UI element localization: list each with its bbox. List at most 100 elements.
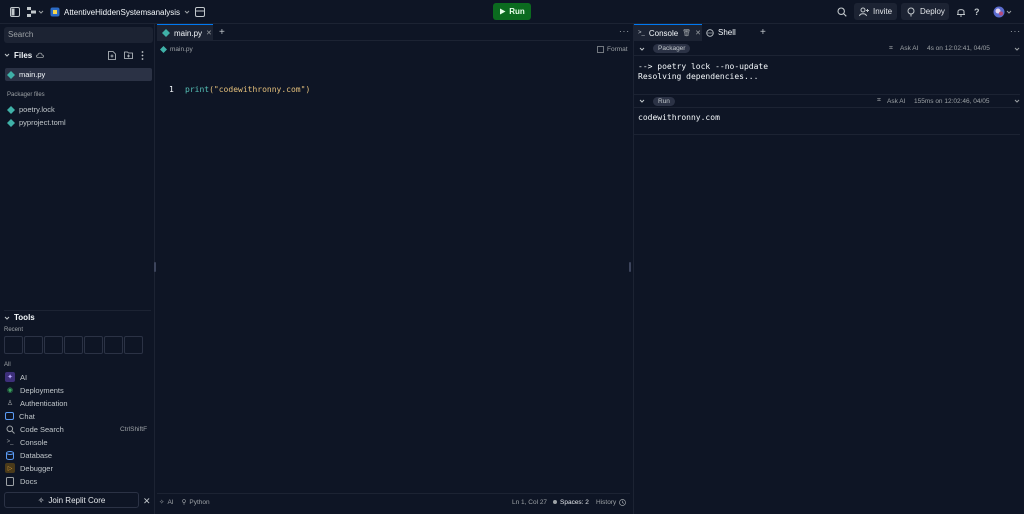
search-icon[interactable]	[837, 4, 847, 20]
tools-header[interactable]: Tools	[4, 310, 151, 322]
breadcrumb-file[interactable]: main.py	[170, 46, 193, 53]
ai-label: AI	[167, 498, 174, 506]
layout-icon[interactable]	[195, 4, 205, 20]
run-header[interactable]: Run ⌗ Ask AI 155ms on 12:02:46, 04/05	[634, 94, 1020, 108]
docs-icon	[5, 476, 15, 486]
more-options-icon[interactable]	[141, 50, 144, 60]
format-label: Format	[607, 45, 628, 53]
tab-main-py[interactable]: main.py ✕	[157, 24, 213, 41]
history-button[interactable]: History	[596, 498, 627, 506]
run-button[interactable]: Run	[493, 3, 531, 20]
files-header[interactable]: Files	[4, 49, 151, 61]
code-line[interactable]: print("codewithronny.com")	[185, 85, 310, 94]
tool-item-chat[interactable]: Chat	[5, 410, 153, 422]
tool-item-docs[interactable]: Docs	[5, 475, 153, 487]
tool-label: Console	[20, 437, 48, 447]
chevron-down-icon[interactable]	[639, 46, 645, 52]
file-item-pyproject-toml[interactable]: pyproject.toml	[5, 116, 152, 129]
sparkle-icon: ✧	[37, 495, 45, 505]
code-search-icon	[5, 424, 15, 434]
line-number: 1	[169, 85, 174, 94]
history-icon	[619, 498, 627, 506]
file-item-main-py[interactable]: main.py	[5, 68, 152, 81]
tool-item-authentication[interactable]: ♙ Authentication	[5, 397, 153, 409]
code-string: "codewithronny.com"	[213, 85, 306, 94]
tool-item-deployments[interactable]: ◉ Deployments	[5, 384, 153, 396]
close-icon[interactable]: ✕	[695, 29, 701, 37]
help-icon[interactable]: ?	[974, 4, 980, 20]
chevron-down-icon[interactable]	[38, 4, 44, 20]
tool-item-console[interactable]: >_ Console	[5, 436, 153, 448]
recent-slot[interactable]	[4, 336, 23, 354]
more-options-icon[interactable]: ···	[1010, 27, 1021, 36]
replit-logo-icon[interactable]	[27, 4, 36, 20]
python-language-indicator[interactable]: ⚲ Python	[182, 498, 210, 507]
tab-console[interactable]: >_ Console 🗑 ✕	[634, 24, 702, 41]
recent-slot[interactable]	[44, 336, 63, 354]
editor-pane: main.py ✕ + ··· main.py Format 1 print("…	[157, 24, 630, 514]
debugger-icon: ▷	[5, 463, 15, 473]
ask-ai-button[interactable]: Ask AI	[900, 45, 918, 52]
ask-ai-icon: ⌗	[877, 97, 881, 104]
chevron-down-icon[interactable]	[639, 98, 645, 104]
tool-label: AI	[20, 372, 28, 382]
project-selector[interactable]: AttentiveHiddenSystemsanalysis	[50, 4, 190, 20]
chevron-down-icon[interactable]	[1014, 98, 1020, 104]
sidebar: Search Files main.py Packager files poet…	[0, 24, 155, 514]
deploy-button[interactable]: Deploy	[901, 3, 949, 20]
deploy-icon	[906, 7, 916, 17]
packager-files-label: Packager files	[7, 92, 45, 98]
recent-slot[interactable]	[124, 336, 143, 354]
tab-shell[interactable]: Shell	[702, 24, 740, 41]
chevron-down-icon[interactable]	[1006, 4, 1012, 20]
ask-ai-icon: ⌗	[889, 44, 893, 52]
search-input[interactable]: Search	[4, 27, 153, 43]
recent-slot[interactable]	[64, 336, 83, 354]
tool-label: Code Search	[20, 424, 64, 434]
ai-icon: ✦	[5, 372, 15, 382]
packager-run-header[interactable]: Packager ⌗ Ask AI 4s on 12:02:41, 04/05	[634, 42, 1020, 56]
deploy-label: Deploy	[920, 7, 945, 16]
invite-button[interactable]: Invite	[854, 3, 897, 20]
ai-icon[interactable]: ✧ AI	[159, 498, 174, 507]
shell-icon	[706, 28, 714, 37]
tool-item-ai[interactable]: ✦ AI	[5, 371, 153, 383]
spaces-setting[interactable]: Spaces: 2	[553, 499, 589, 506]
tool-item-debugger[interactable]: ▷ Debugger	[5, 462, 153, 474]
new-file-icon[interactable]	[108, 50, 116, 60]
trash-icon[interactable]: 🗑	[682, 29, 691, 37]
history-label: History	[596, 498, 617, 506]
files-title: Files	[14, 50, 33, 60]
chevron-down-icon[interactable]	[1014, 46, 1020, 52]
python-icon	[50, 7, 60, 17]
file-item-poetry-lock[interactable]: poetry.lock	[5, 103, 152, 116]
cursor-position[interactable]: Ln 1, Col 27	[512, 499, 547, 506]
tools-title: Tools	[14, 313, 35, 322]
new-folder-icon[interactable]	[124, 51, 133, 59]
recent-slot[interactable]	[104, 336, 123, 354]
ask-ai-button[interactable]: Ask AI	[887, 98, 905, 105]
avatar[interactable]	[993, 4, 1005, 20]
add-tab-icon[interactable]: +	[219, 27, 225, 38]
tool-label: Deployments	[20, 385, 64, 395]
add-tab-icon[interactable]: +	[760, 27, 766, 38]
breadcrumb: main.py	[160, 44, 193, 54]
more-options-icon[interactable]: ···	[619, 27, 630, 36]
bell-icon[interactable]	[956, 4, 966, 20]
resize-handle[interactable]	[154, 262, 156, 272]
close-icon[interactable]: ✕	[143, 496, 151, 507]
spaces-dot	[553, 500, 557, 504]
close-icon[interactable]: ✕	[206, 29, 212, 37]
output-line: codewithronny.com	[638, 113, 720, 122]
tool-item-code-search[interactable]: Code Search CtrlShiftF	[5, 423, 153, 435]
recent-slot[interactable]	[84, 336, 103, 354]
recent-slot[interactable]	[24, 336, 43, 354]
database-icon	[5, 450, 15, 460]
tool-item-database[interactable]: Database	[5, 449, 153, 461]
cloud-icon	[36, 52, 45, 58]
join-replit-core-button[interactable]: ✧ Join Replit Core	[4, 492, 139, 508]
chevron-down-icon	[4, 52, 10, 58]
resize-handle[interactable]	[629, 262, 631, 272]
sidebar-toggle-icon[interactable]	[10, 4, 20, 20]
format-button[interactable]: Format	[597, 44, 628, 54]
